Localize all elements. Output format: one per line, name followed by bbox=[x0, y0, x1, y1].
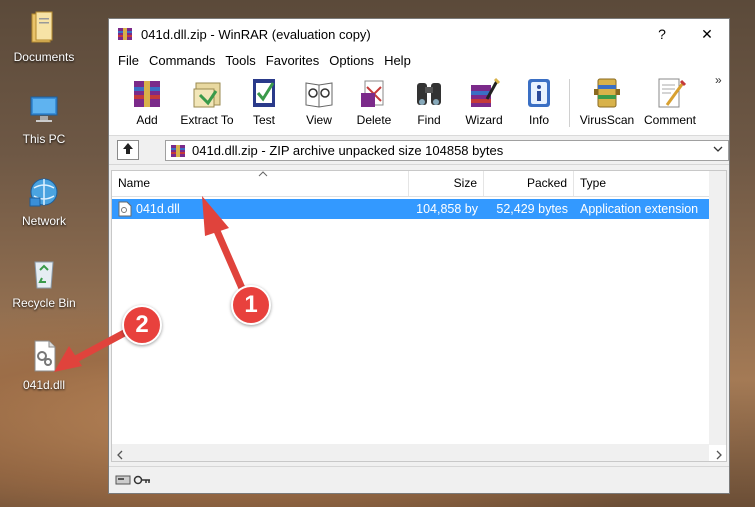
menu-help[interactable]: Help bbox=[379, 53, 416, 68]
tool-label: Comment bbox=[643, 113, 696, 127]
toolbar-separator bbox=[569, 79, 570, 127]
tool-label: VirusScan bbox=[579, 113, 635, 127]
test-button[interactable]: Test bbox=[236, 75, 292, 127]
desktop-icon-this-pc[interactable]: This PC bbox=[2, 92, 86, 146]
tool-label: Find bbox=[417, 113, 441, 127]
sort-ascending-icon bbox=[258, 169, 268, 179]
test-icon bbox=[247, 75, 281, 111]
view-icon bbox=[302, 75, 336, 111]
file-type: Application extension bbox=[580, 202, 699, 216]
annotation-step-1: 1 bbox=[231, 285, 271, 325]
add-archive-icon bbox=[130, 75, 164, 111]
file-list-header: Name Size Packed Type bbox=[112, 171, 726, 197]
add-button[interactable]: Add bbox=[119, 75, 175, 127]
menu-options[interactable]: Options bbox=[324, 53, 379, 68]
desktop-icon-dll-file[interactable]: 041d.dll bbox=[2, 338, 86, 392]
menu-commands[interactable]: Commands bbox=[144, 53, 220, 68]
desktop-icon-documents[interactable]: Documents bbox=[2, 10, 86, 64]
virus-scan-icon bbox=[590, 75, 624, 111]
info-icon bbox=[522, 75, 556, 111]
delete-icon bbox=[357, 75, 391, 111]
address-bar: 041d.dll.zip - ZIP archive unpacked size… bbox=[109, 136, 729, 165]
drive-icon bbox=[115, 473, 131, 491]
column-packed[interactable]: Packed bbox=[484, 171, 574, 196]
up-arrow-icon bbox=[121, 141, 135, 160]
up-folder-button[interactable] bbox=[117, 140, 139, 160]
tool-label: Test bbox=[252, 113, 275, 127]
menu-bar: File Commands Tools Favorites Options He… bbox=[109, 49, 729, 71]
desktop-icon-label: Recycle Bin bbox=[12, 296, 76, 310]
close-button[interactable]: ✕ bbox=[684, 19, 730, 49]
tool-label: Wizard bbox=[465, 113, 503, 127]
wizard-icon bbox=[467, 75, 501, 111]
help-button[interactable]: ? bbox=[639, 19, 685, 49]
desktop-icon-label: Network bbox=[21, 214, 66, 228]
key-icon bbox=[133, 473, 151, 491]
recycle-bin-icon bbox=[26, 256, 62, 292]
tool-label: Add bbox=[136, 113, 158, 127]
horizontal-scrollbar[interactable] bbox=[112, 444, 722, 461]
desktop-icon-recycle-bin[interactable]: Recycle Bin bbox=[2, 256, 86, 310]
find-button[interactable]: Find bbox=[401, 75, 457, 127]
file-name-cell: 041d.dll bbox=[112, 199, 409, 219]
computer-icon bbox=[26, 92, 62, 128]
virusscan-button[interactable]: VirusScan bbox=[575, 75, 639, 127]
column-size[interactable]: Size bbox=[409, 171, 484, 196]
extract-to-button[interactable]: Extract To bbox=[177, 75, 237, 127]
title-bar[interactable]: 041d.dll.zip - WinRAR (evaluation copy) … bbox=[109, 19, 729, 49]
info-button[interactable]: Info bbox=[511, 75, 567, 127]
menu-favorites[interactable]: Favorites bbox=[261, 53, 324, 68]
dll-file-icon bbox=[118, 201, 132, 217]
view-button[interactable]: View bbox=[291, 75, 347, 127]
desktop-icon-network[interactable]: Network bbox=[2, 174, 86, 228]
binoculars-icon bbox=[412, 75, 446, 111]
file-packed: 52,429 bytes bbox=[496, 202, 568, 216]
desktop-icon-label: 041d.dll bbox=[22, 378, 66, 392]
desktop-icon-label: Documents bbox=[13, 50, 75, 64]
table-row[interactable]: 041d.dll 104,858 by 52,429 bytes Applica… bbox=[112, 199, 726, 219]
desktop-icon-label: This PC bbox=[22, 132, 66, 146]
toolbar-overflow-icon[interactable]: » bbox=[715, 73, 722, 87]
file-list[interactable]: Name Size Packed Type 041d.dll 104,858 b… bbox=[111, 170, 727, 462]
column-type[interactable]: Type bbox=[574, 171, 710, 196]
tool-label: View bbox=[306, 113, 332, 127]
archive-icon bbox=[170, 143, 186, 159]
comment-button[interactable]: Comment bbox=[639, 75, 701, 127]
folder-icon bbox=[26, 10, 62, 46]
menu-tools[interactable]: Tools bbox=[220, 53, 260, 68]
archive-path-text: 041d.dll.zip - ZIP archive unpacked size… bbox=[192, 143, 504, 158]
vertical-scrollbar[interactable] bbox=[709, 171, 726, 445]
window-title: 041d.dll.zip - WinRAR (evaluation copy) bbox=[141, 26, 371, 42]
toolbar: Add Extract To Test View Delete Find Wiz… bbox=[109, 71, 729, 136]
comment-icon bbox=[653, 75, 687, 111]
delete-button[interactable]: Delete bbox=[346, 75, 402, 127]
tool-label: Extract To bbox=[180, 113, 234, 127]
wizard-button[interactable]: Wizard bbox=[456, 75, 512, 127]
network-icon bbox=[26, 174, 62, 210]
archive-path-dropdown[interactable]: 041d.dll.zip - ZIP archive unpacked size… bbox=[165, 140, 729, 161]
winrar-app-icon bbox=[117, 26, 133, 42]
tool-label: Info bbox=[528, 113, 549, 127]
menu-file[interactable]: File bbox=[113, 53, 144, 68]
annotation-step-2: 2 bbox=[122, 305, 162, 345]
chevron-down-icon[interactable] bbox=[712, 143, 724, 158]
extract-icon bbox=[190, 75, 224, 111]
status-bar bbox=[109, 466, 729, 493]
dll-file-icon bbox=[26, 338, 62, 374]
file-size: 104,858 by bbox=[416, 202, 478, 216]
tool-label: Delete bbox=[356, 113, 392, 127]
scroll-left-icon[interactable] bbox=[116, 447, 124, 465]
file-name: 041d.dll bbox=[136, 202, 180, 216]
winrar-window: 041d.dll.zip - WinRAR (evaluation copy) … bbox=[108, 18, 730, 494]
scroll-right-icon[interactable] bbox=[715, 447, 723, 465]
